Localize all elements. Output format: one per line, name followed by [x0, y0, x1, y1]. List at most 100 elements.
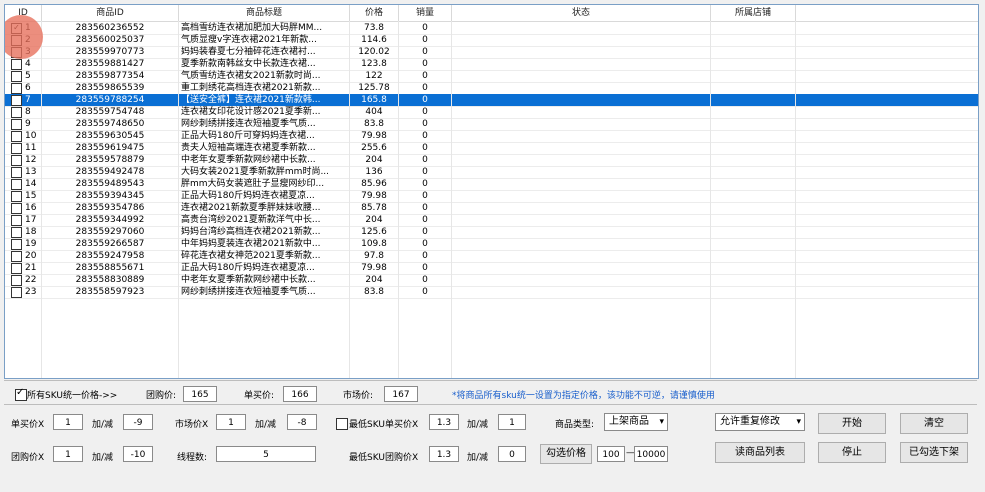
table-row[interactable]: 15 283559394345 正品大码180斤妈妈连衣裙夏凉... 79.98 0: [5, 190, 978, 202]
row-checkbox[interactable]: [11, 263, 22, 274]
table-row[interactable]: 4 283559881427 夏季新款南韩丝女中长款连衣裙... 123.8 0: [5, 58, 978, 70]
row-checkbox[interactable]: [11, 167, 22, 178]
threads-input[interactable]: 5: [216, 446, 316, 462]
min-sku-single-label: 最低SKU单买价X: [349, 420, 419, 430]
cell-title: 网纱刺绣拼接连衣短袖夏季气质...: [181, 119, 316, 129]
table-row[interactable]: 9 283559748650 网纱刺绣拼接连衣短袖夏季气质... 83.8 0: [5, 118, 978, 130]
start-button[interactable]: 开始: [818, 413, 886, 434]
row-checkbox[interactable]: [11, 59, 22, 70]
cell-price: 122: [365, 71, 383, 81]
row-id: 11: [25, 143, 37, 153]
allow-modify-select[interactable]: 允许重复修改 ▾: [715, 413, 805, 431]
table-row[interactable]: 20 283559247958 碎花连衣裙女神范2021夏季新款... 97.8 0: [5, 250, 978, 262]
row-checkbox[interactable]: [11, 143, 22, 154]
cell-sales: 0: [422, 47, 428, 57]
row-checkbox[interactable]: [11, 287, 22, 298]
row-checkbox[interactable]: [11, 107, 22, 118]
range-min-input[interactable]: 100: [597, 446, 625, 462]
table-row[interactable]: 5 283559877354 气质雪纺连衣裙女2021新款时尚... 122 0: [5, 70, 978, 82]
cell-price: 79.98: [361, 191, 387, 201]
filter-price-button[interactable]: 勾选价格: [540, 444, 592, 464]
table-row[interactable]: 19 283559266587 中年妈妈夏装连衣裙2021新款中... 109.8 0: [5, 238, 978, 250]
min-sku-single-input[interactable]: 1.3: [429, 414, 459, 430]
table-row[interactable]: ✓1283560236552高档雪纺连衣裙加肥加大码胖MM...73.80: [5, 22, 978, 34]
threads-label: 线程数:: [177, 453, 208, 463]
group-price-label: 团购价:: [146, 391, 177, 401]
group-adj-input[interactable]: -10: [123, 446, 153, 462]
table-row[interactable]: 6 283559865539 重工刺绣花高档连衣裙2021新款... 125.78 0: [5, 82, 978, 94]
row-checkbox[interactable]: [11, 203, 22, 214]
table-row[interactable]: 3283559970773妈妈装春夏七分袖碎花连衣裙衬...120.020: [5, 46, 978, 58]
group-mult-input[interactable]: 1: [53, 446, 83, 462]
row-checkbox[interactable]: [11, 83, 22, 94]
table-row[interactable]: 8 283559754748 连衣裙女印花设计感2021夏季新... 404 0: [5, 106, 978, 118]
min-sku-group-adj-input[interactable]: 0: [498, 446, 526, 462]
cell-price: 83.8: [363, 119, 385, 129]
table-row[interactable]: 12 283559578879 中老年女夏季新款网纱裙中长款... 204 0: [5, 154, 978, 166]
cell-title: 妈妈台湾纱高档连衣裙2021新款...: [181, 227, 321, 237]
table-row[interactable]: 22 283558830889 中老年女夏季新款网纱裙中长款... 204 0: [5, 274, 978, 286]
table-row[interactable]: 23 283558597923 网纱刺绣拼接连衣短袖夏季气质... 83.8 0: [5, 286, 978, 298]
col-status[interactable]: 状态: [452, 5, 711, 21]
table-row[interactable]: 2283560025037气质显瘦v字连衣裙2021年新款...114.60: [5, 34, 978, 46]
delist-selected-button[interactable]: 已勾选下架: [900, 442, 968, 463]
single-mult-input[interactable]: 1: [53, 414, 83, 430]
row-checkbox[interactable]: [11, 179, 22, 190]
cell-title: 气质显瘦v字连衣裙2021年新款...: [181, 35, 317, 45]
row-checkbox[interactable]: [11, 239, 22, 250]
cell-sales: 0: [422, 251, 428, 261]
min-sku-group-input[interactable]: 1.3: [429, 446, 459, 462]
cell-price: 109.8: [361, 239, 387, 249]
table-row[interactable]: 7 283559788254 【送安全裤】连衣裙2021新款韩... 165.8 0: [5, 94, 978, 106]
cell-title: 连衣裙2021新款夏季胖妹妹收腰...: [181, 203, 321, 213]
col-price[interactable]: 价格: [350, 5, 399, 21]
row-checkbox[interactable]: [11, 215, 22, 226]
read-list-button[interactable]: 读商品列表: [715, 442, 805, 463]
stop-button[interactable]: 停止: [818, 442, 886, 463]
row-checkbox[interactable]: [11, 71, 22, 82]
product-type-select[interactable]: 上架商品 ▾: [604, 413, 668, 431]
group-price-input[interactable]: 165: [183, 386, 217, 402]
cell-title: 中年妈妈夏装连衣裙2021新款中...: [181, 239, 321, 249]
table-row[interactable]: 13 283559492478 大码女装2021夏季新款胖mm时尚... 136 0: [5, 166, 978, 178]
row-checkbox[interactable]: [11, 227, 22, 238]
table-row[interactable]: 14 283559489543 胖mm大码女装遮肚子显瘦网纱印... 85.96 0: [5, 178, 978, 190]
row-checkbox[interactable]: [11, 191, 22, 202]
cell-sales: 0: [422, 239, 428, 249]
cell-pid: 283558597923: [75, 287, 145, 297]
table-row[interactable]: 21 283558855671 正品大码180斤妈妈连衣裙夏凉... 79.98 0: [5, 262, 978, 274]
unify-sku-checkbox[interactable]: ✓: [15, 387, 27, 401]
single-adj-input[interactable]: -9: [123, 414, 153, 430]
table-row[interactable]: 16 283559354786 连衣裙2021新款夏季胖妹妹收腰... 85.78 0: [5, 202, 978, 214]
row-checkbox[interactable]: [11, 131, 22, 142]
table-row[interactable]: 17 283559344992 高贵台湾纱2021夏新款洋气中长... 204 0: [5, 214, 978, 226]
single-price-input[interactable]: 166: [283, 386, 317, 402]
market-price-input[interactable]: 167: [384, 386, 418, 402]
col-shop[interactable]: 所属店铺: [711, 5, 796, 21]
cell-title: 正品大码180斤可穿妈妈连衣裙...: [181, 131, 315, 141]
cell-price: 165.8: [361, 95, 387, 105]
market-mult-input[interactable]: 1: [216, 414, 246, 430]
product-table[interactable]: ID 商品ID 商品标题 价格 销量 状态 所属店铺 ✓128356023655…: [4, 4, 979, 379]
min-sku-single-checkbox[interactable]: [336, 418, 348, 430]
range-max-input[interactable]: 10000: [634, 446, 668, 462]
col-title[interactable]: 商品标题: [179, 5, 350, 21]
row-checkbox[interactable]: [11, 155, 22, 166]
col-sales[interactable]: 销量: [399, 5, 452, 21]
cell-title: 高档雪纺连衣裙加肥加大码胖MM...: [181, 23, 323, 33]
col-product-id[interactable]: 商品ID: [42, 5, 179, 21]
chevron-down-icon: ▾: [796, 417, 801, 427]
cell-title: 正品大码180斤妈妈连衣裙夏凉...: [181, 191, 315, 201]
cell-sales: 0: [422, 59, 428, 69]
row-checkbox[interactable]: [11, 119, 22, 130]
clear-button[interactable]: 清空: [900, 413, 968, 434]
row-checkbox[interactable]: [11, 275, 22, 286]
row-checkbox[interactable]: [11, 251, 22, 262]
table-row[interactable]: 10 283559630545 正品大码180斤可穿妈妈连衣裙... 79.98 0: [5, 130, 978, 142]
table-row[interactable]: 18 283559297060 妈妈台湾纱高档连衣裙2021新款... 125.6 0: [5, 226, 978, 238]
min-sku-single-adj-input[interactable]: 1: [498, 414, 526, 430]
market-adj-input[interactable]: -8: [287, 414, 317, 430]
table-row[interactable]: 11 283559619475 贵夫人短袖高端连衣裙夏季新款... 255.6 0: [5, 142, 978, 154]
row-checkbox[interactable]: [11, 95, 22, 106]
unify-warning-note: *将商品所有sku统一设置为指定价格，该功能不可逆，请谨慎使用: [452, 391, 715, 401]
